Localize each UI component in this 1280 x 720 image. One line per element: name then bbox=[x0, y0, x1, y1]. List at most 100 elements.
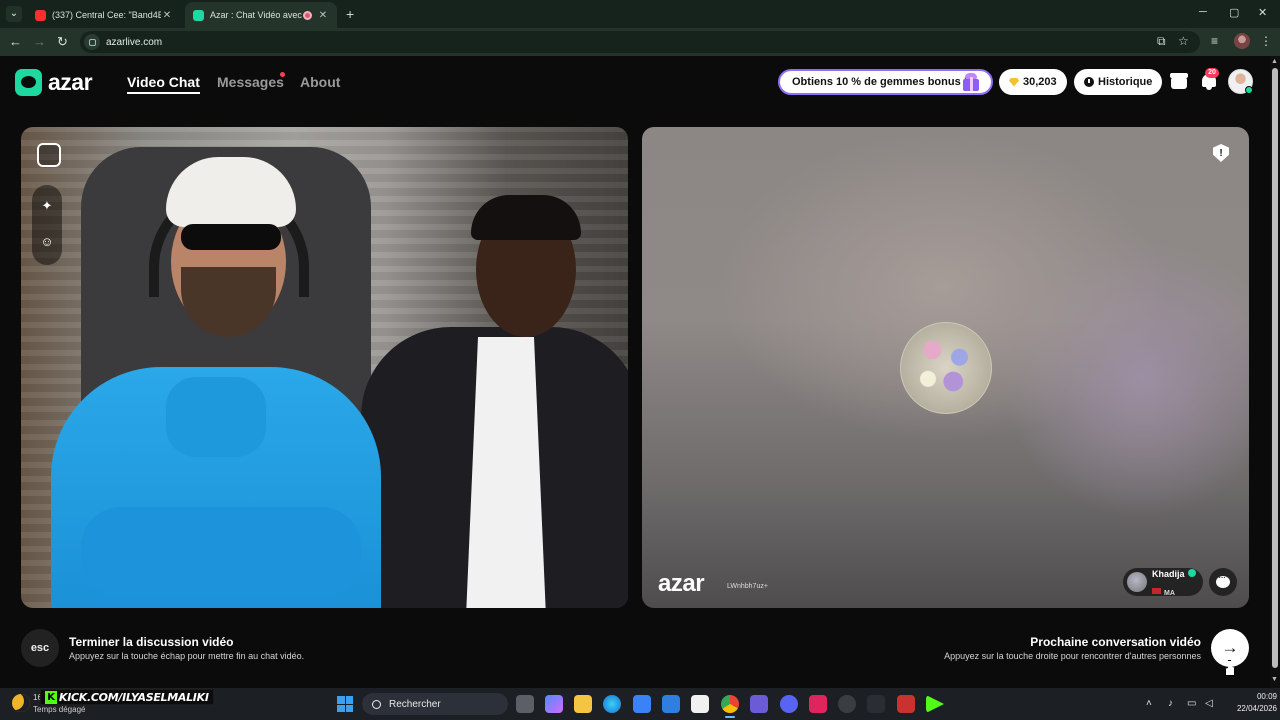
tab-youtube[interactable]: (337) Central Cee: "Band4Band" ✕ bbox=[27, 2, 181, 28]
back-icon[interactable]: ← bbox=[9, 34, 22, 49]
face-filter-icon[interactable]: ☺ bbox=[36, 230, 58, 252]
sunglasses bbox=[181, 224, 281, 250]
gems-balance-button[interactable]: 30,203 bbox=[999, 69, 1067, 95]
file-explorer-icon[interactable] bbox=[574, 695, 592, 713]
peer-info-chip[interactable]: Khadija MA bbox=[1123, 568, 1203, 597]
reload-icon[interactable]: ↻ bbox=[57, 34, 68, 50]
promo-label: Obtiens 10 % de gemmes bonus ! bbox=[792, 76, 968, 88]
taskbar-date[interactable]: 22/04/2026 bbox=[1227, 704, 1277, 713]
browser-profile-avatar[interactable] bbox=[1234, 33, 1250, 49]
browser-menu-icon[interactable]: ⋮ bbox=[1260, 34, 1272, 48]
video-effects-toolbar: ✦ ☺ bbox=[32, 185, 62, 265]
gem-promo-button[interactable]: Obtiens 10 % de gemmes bonus ! bbox=[778, 69, 993, 95]
adobe-icon[interactable] bbox=[809, 695, 827, 713]
game-controller-icon[interactable] bbox=[750, 695, 768, 713]
peer-profile-picture bbox=[900, 322, 992, 414]
history-icon bbox=[1084, 77, 1094, 87]
self-video: ✦ ☺ bbox=[21, 127, 628, 608]
tab-search-icon[interactable]: ⌄ bbox=[6, 6, 22, 22]
recording-icon bbox=[303, 10, 312, 20]
page-scrollbar[interactable]: ▲ ▼ bbox=[1270, 56, 1280, 688]
verified-icon bbox=[1187, 569, 1196, 577]
youtube-icon bbox=[35, 9, 46, 21]
unread-dot bbox=[280, 72, 285, 77]
maximize-button[interactable]: ▢ bbox=[1229, 6, 1239, 19]
nav-video-chat[interactable]: Video Chat bbox=[127, 74, 200, 94]
scroll-down-icon[interactable]: ▼ bbox=[1271, 676, 1278, 683]
minimize-button[interactable]: ─ bbox=[1199, 6, 1207, 18]
ms-store-icon[interactable] bbox=[633, 695, 651, 713]
weather-moon-icon[interactable] bbox=[12, 694, 30, 712]
logo-text: azar bbox=[48, 69, 93, 95]
tab-close-icon[interactable]: ✕ bbox=[317, 10, 329, 21]
gift-icon bbox=[961, 73, 981, 91]
steam-icon[interactable] bbox=[867, 695, 885, 713]
peer-video: ! azar LWnhbh7uz+ Khadija MA bbox=[642, 127, 1249, 608]
history-button[interactable]: Historique bbox=[1074, 69, 1163, 95]
tab-azar[interactable]: Azar : Chat Vidéo avec de nouveaux ✕ bbox=[185, 2, 337, 28]
kick-logo-icon: K bbox=[45, 690, 57, 704]
close-window-button[interactable]: ✕ bbox=[1258, 6, 1267, 19]
morocco-flag-icon bbox=[1152, 587, 1161, 594]
end-chat-button[interactable]: esc bbox=[21, 629, 59, 667]
forward-icon[interactable]: → bbox=[33, 34, 46, 49]
nav-messages[interactable]: Messages bbox=[217, 74, 284, 90]
history-label: Historique bbox=[1098, 76, 1153, 88]
tab-close-icon[interactable]: ✕ bbox=[161, 10, 173, 21]
site-info-icon[interactable] bbox=[84, 34, 100, 50]
url-text: azarlive.com bbox=[106, 36, 163, 48]
end-chat-title: Terminer la discussion vidéo bbox=[69, 635, 234, 649]
microphone-icon[interactable]: ♪ bbox=[1168, 698, 1173, 709]
store-icon[interactable] bbox=[1170, 72, 1188, 90]
chat-bubble-icon bbox=[1216, 572, 1230, 588]
report-shield-icon[interactable]: ! bbox=[1213, 144, 1229, 162]
browser-toolbar: ← → ↻ azarlive.com ⧉ ☆ ≡ ⋮ bbox=[0, 28, 1280, 56]
azar-logo[interactable]: azar bbox=[15, 69, 93, 96]
taskbar-time[interactable]: 00:09 bbox=[1249, 692, 1277, 701]
gem-icon bbox=[1009, 77, 1019, 87]
chrome-icon[interactable] bbox=[721, 695, 739, 718]
bookmark-star-icon[interactable]: ☆ bbox=[1178, 34, 1189, 48]
person-left-arms bbox=[81, 507, 361, 597]
notification-count-badge: 20 bbox=[1205, 68, 1219, 78]
taskbar-search[interactable]: Rechercher bbox=[362, 693, 508, 715]
peer-avatar bbox=[1127, 572, 1147, 592]
install-app-icon[interactable]: ⧉ bbox=[1157, 34, 1166, 49]
magic-wand-icon[interactable]: ✦ bbox=[36, 195, 58, 217]
kick-app-icon[interactable] bbox=[926, 695, 944, 713]
windows-start-icon[interactable] bbox=[337, 696, 353, 712]
address-bar[interactable]: azarlive.com bbox=[80, 31, 1200, 53]
volume-icon[interactable]: ◁ bbox=[1205, 698, 1213, 709]
azar-watermark: azar bbox=[658, 570, 705, 597]
task-view-icon[interactable] bbox=[516, 695, 534, 713]
person-right-shirt bbox=[466, 337, 546, 608]
new-tab-button[interactable]: + bbox=[346, 6, 354, 22]
obs-icon[interactable] bbox=[838, 695, 856, 713]
azar-favicon-icon bbox=[193, 9, 204, 21]
peer-country: MA bbox=[1164, 590, 1175, 597]
browser-tabbar: ⌄ (337) Central Cee: "Band4Band" ✕ Azar … bbox=[0, 0, 1280, 28]
search-icon bbox=[372, 699, 381, 709]
edge-icon[interactable] bbox=[603, 695, 621, 713]
online-status-dot bbox=[1245, 86, 1253, 94]
media-control-icon[interactable]: ≡ bbox=[1211, 34, 1218, 48]
peer-name: Khadija bbox=[1152, 569, 1185, 579]
app-icon[interactable] bbox=[691, 695, 709, 713]
watermark-id: LWnhbh7uz+ bbox=[727, 583, 768, 590]
scroll-up-icon[interactable]: ▲ bbox=[1271, 58, 1278, 65]
network-icon[interactable]: ▭ bbox=[1187, 698, 1196, 709]
scrollbar-thumb[interactable] bbox=[1272, 68, 1278, 668]
outlook-icon[interactable] bbox=[662, 695, 680, 713]
next-chat-hint: Appuyez sur la touche droite pour rencon… bbox=[944, 651, 1201, 661]
chat-message-button[interactable] bbox=[1209, 568, 1237, 596]
windows-taskbar: 16 Temps dégagé K KICK.COM/ILYASELMALIKI… bbox=[0, 688, 1280, 720]
nav-about[interactable]: About bbox=[300, 74, 340, 90]
weather-description: Temps dégagé bbox=[33, 705, 86, 714]
tab-title: (337) Central Cee: "Band4Band" bbox=[52, 10, 161, 20]
copilot-icon[interactable] bbox=[545, 695, 563, 713]
tray-overflow-icon[interactable]: ˄ bbox=[1146, 698, 1152, 709]
discord-icon[interactable] bbox=[780, 695, 798, 713]
app-red-icon[interactable] bbox=[897, 695, 915, 713]
person-right-hair bbox=[471, 195, 581, 240]
shrink-video-icon[interactable] bbox=[37, 143, 61, 167]
